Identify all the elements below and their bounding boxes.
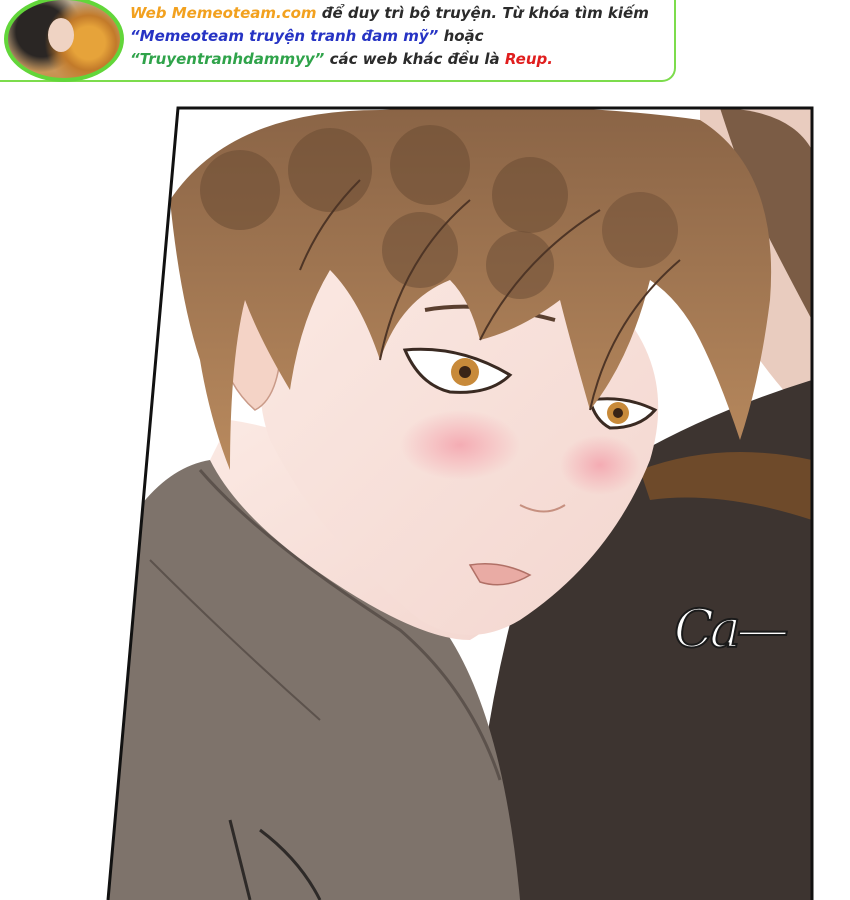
reup-label: Reup. xyxy=(504,50,553,68)
notice-line-3-rest: các web khác đều là xyxy=(324,50,505,68)
site-name: Web Memeoteam.com xyxy=(130,4,317,22)
search-keyword-2: “Truyentranhdammyy” xyxy=(130,50,325,68)
group-avatar-icon xyxy=(4,0,124,82)
scanlation-notice-banner: Web Memeoteam.com để duy trì bộ truyện. … xyxy=(0,0,676,82)
notice-line-3: “Truyentranhdammyy” các web khác đều là … xyxy=(130,48,670,71)
notice-text: Web Memeoteam.com để duy trì bộ truyện. … xyxy=(130,2,670,71)
avatar-face xyxy=(48,18,74,52)
panel-art xyxy=(108,108,812,900)
notice-line-1-rest: để duy trì bộ truyện. Từ khóa tìm kiếm xyxy=(316,4,649,22)
notice-line-1: Web Memeoteam.com để duy trì bộ truyện. … xyxy=(130,2,670,25)
notice-line-2-rest: hoặc xyxy=(438,27,484,45)
manga-panel xyxy=(106,106,814,900)
search-keyword-1: “Memeoteam truyện tranh đam mỹ” xyxy=(130,27,439,45)
notice-line-2: “Memeoteam truyện tranh đam mỹ” hoặc xyxy=(130,25,670,48)
sound-effect-text: Ca— xyxy=(673,599,790,661)
